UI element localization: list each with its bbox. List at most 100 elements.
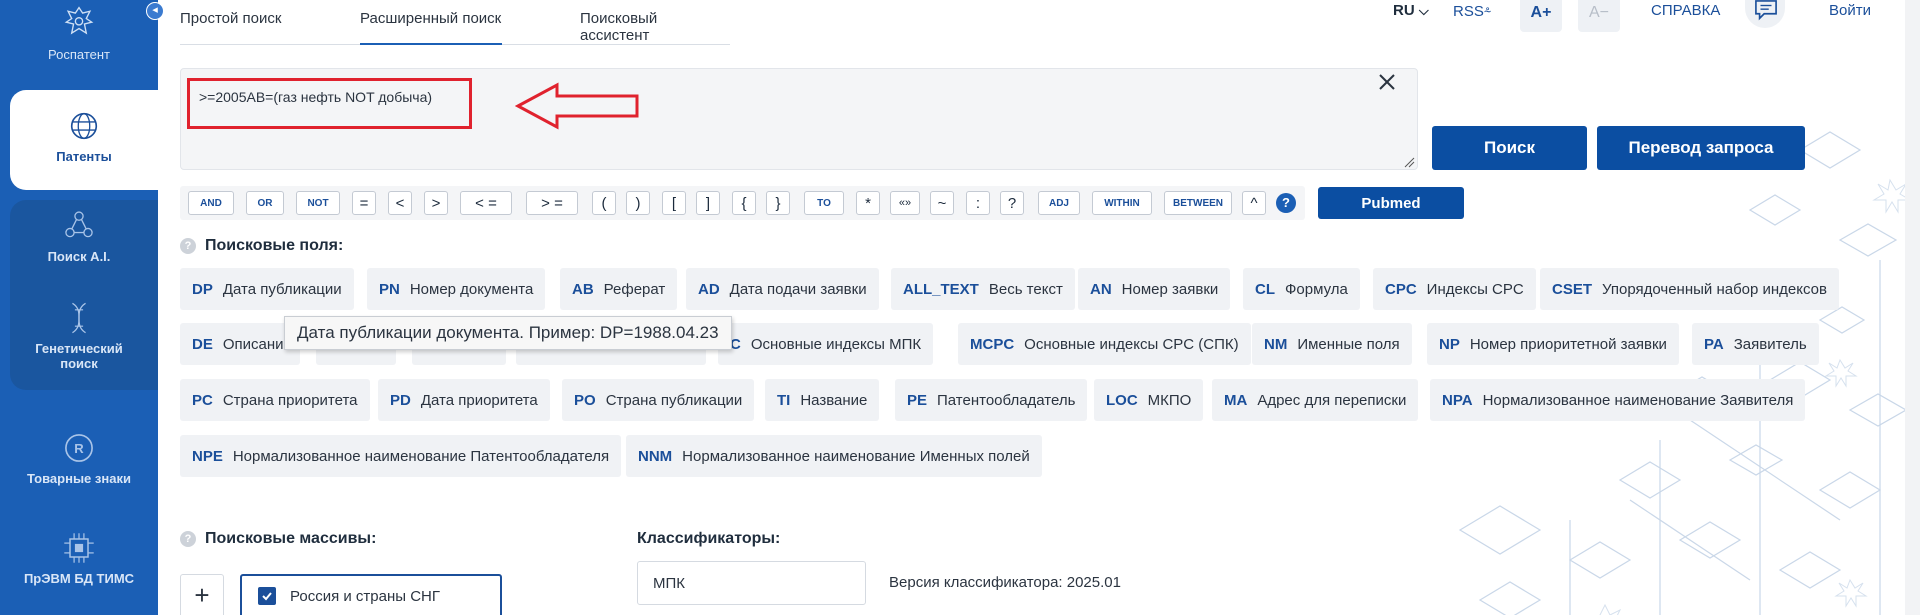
field-chip-npe[interactable]: NPE Нормализованное наименование Патентоо… [180, 435, 622, 477]
operator-adj[interactable]: ADJ [1038, 191, 1080, 215]
field-chip-mcpc[interactable]: MCPC Основные индексы CPC (СПК) [958, 323, 1251, 365]
help-link[interactable]: СПРАВКА [1651, 2, 1720, 19]
add-array-button[interactable]: + [180, 574, 224, 615]
field-name: Нормализованное наименование Патентообла… [232, 447, 610, 465]
checkbox-checked-icon[interactable] [258, 587, 276, 605]
scrollbar[interactable] [1905, 0, 1920, 615]
operator-greater[interactable]: > [424, 191, 448, 215]
pubmed-button[interactable]: Pubmed [1318, 187, 1464, 219]
operator-less[interactable]: < [388, 191, 412, 215]
sidebar-item-label: Патенты [56, 149, 112, 164]
operator-question[interactable]: ? [1000, 191, 1024, 215]
brand-label: Роспатент [48, 47, 110, 62]
operator-bracket-close[interactable]: ] [696, 191, 720, 215]
array-item-russia-cis[interactable]: Россия и страны СНГ [240, 574, 502, 615]
field-chip-np[interactable]: NP Номер приоритетной заявки [1427, 323, 1679, 365]
field-chip-nnm[interactable]: NNM Нормализованное наименование Именных … [626, 435, 1042, 477]
field-chip-ma[interactable]: MA Адрес для переписки [1212, 379, 1419, 421]
clear-query-icon[interactable] [1375, 70, 1399, 94]
operator-wildcard[interactable]: * [856, 191, 880, 215]
operator-paren-close[interactable]: ) [626, 191, 650, 215]
sidebar-item-software-db[interactable]: ПрЭВМ БД ТИМС [0, 530, 158, 587]
field-chip-pe[interactable]: PE Патентообладатель [895, 379, 1088, 421]
field-chip-pd[interactable]: PD Дата приоритета [378, 379, 550, 421]
sidebar-brand[interactable]: Роспатент [0, 4, 158, 63]
operator-brace-close[interactable]: } [766, 191, 790, 215]
login-link[interactable]: Войти [1829, 2, 1871, 19]
operator-and[interactable]: AND [188, 191, 234, 215]
operator-colon[interactable]: : [966, 191, 990, 215]
search-tabs: Простой поиск Расширенный поиск Поисковы… [180, 0, 730, 45]
operator-quotes[interactable]: «» [890, 191, 920, 215]
resize-handle-icon[interactable] [1403, 156, 1415, 168]
search-button[interactable]: Поиск [1432, 126, 1587, 170]
field-chip-ad[interactable]: AD Дата подачи заявки [686, 268, 879, 310]
sidebar-item-patents[interactable]: Патенты [10, 90, 158, 190]
operator-within[interactable]: WITHIN [1092, 191, 1152, 215]
font-smaller-button[interactable]: A− [1578, 0, 1620, 32]
operator-toolbar: AND OR NOT = < > < = > = ( ) [ ] { } TO … [180, 186, 1305, 220]
translate-query-button[interactable]: Перевод запроса [1597, 126, 1805, 170]
operator-to[interactable]: TO [804, 191, 844, 215]
classifier-version: Версия классификатора: 2025.01 [889, 574, 1121, 591]
tab-advanced-search[interactable]: Расширенный поиск [360, 10, 501, 27]
search-fields-heading: ? Поисковые поля: [180, 237, 343, 255]
operator-caret[interactable]: ^ [1242, 191, 1266, 215]
chat-icon [1755, 0, 1777, 21]
field-code: MCPC [970, 335, 1015, 353]
field-code: NM [1264, 335, 1288, 353]
field-chip-de[interactable]: DE Описание [180, 323, 300, 365]
chat-button[interactable] [1745, 0, 1785, 28]
sidebar-item-trademarks[interactable]: R Товарные знаки [0, 430, 158, 487]
field-chip-ti[interactable]: TI Название [765, 379, 880, 421]
field-code: CPC [1385, 280, 1417, 298]
field-name: Патентообладатель [937, 391, 1076, 409]
tab-search-assistant[interactable]: Поисковый ассистент [580, 10, 730, 44]
tab-simple-search[interactable]: Простой поиск [180, 10, 281, 27]
operator-tilde[interactable]: ~ [930, 191, 954, 215]
field-chip-pa[interactable]: PA Заявитель [1692, 323, 1819, 365]
sidebar-item-label: Поиск A.I. [47, 249, 111, 264]
field-name: Основные индексы МПК [750, 335, 922, 353]
field-chip-all-text[interactable]: ALL_TEXT Весь текст [891, 268, 1075, 310]
font-larger-button[interactable]: A+ [1520, 0, 1562, 32]
field-name: Описание [222, 335, 292, 353]
sidebar-item-label: Товарные знаки [27, 471, 131, 486]
field-chip-cl[interactable]: CL Формула [1243, 268, 1360, 310]
field-chip-an[interactable]: AN Номер заявки [1078, 268, 1231, 310]
operator-less-equal[interactable]: < = [460, 191, 512, 215]
field-chip-c[interactable]: C Основные индексы МПК [718, 323, 934, 365]
operators-help-icon[interactable]: ? [1276, 193, 1296, 213]
operator-between[interactable]: BETWEEN [1164, 191, 1232, 215]
help-circle-icon[interactable]: ? [180, 531, 196, 547]
operator-greater-equal[interactable]: > = [526, 191, 578, 215]
field-name: Номер заявки [1121, 280, 1219, 298]
operator-brace-open[interactable]: { [732, 191, 756, 215]
field-chip-cset[interactable]: CSET Упорядоченный набор индексов [1540, 268, 1839, 310]
field-chip-loc[interactable]: LOC МКПО [1094, 379, 1204, 421]
field-chip-pc[interactable]: PC Страна приоритета [180, 379, 370, 421]
svg-text:R: R [74, 441, 84, 456]
field-chip-cpc[interactable]: CPC Индексы CPC [1373, 268, 1536, 310]
language-selector[interactable]: RU ⌵ [1393, 2, 1429, 19]
operator-paren-open[interactable]: ( [592, 191, 616, 215]
operator-equals[interactable]: = [352, 191, 376, 215]
classifier-select[interactable]: МПК [637, 561, 866, 605]
rss-link[interactable]: RSS⸛ [1453, 2, 1491, 20]
field-chip-po[interactable]: PO Страна публикации [562, 379, 755, 421]
sidebar-item-genetic-search[interactable]: Генетический поиск [0, 300, 158, 372]
sidebar-item-ai-search[interactable]: Поиск A.I. [0, 208, 158, 265]
operator-not[interactable]: NOT [296, 191, 340, 215]
field-code: C [730, 335, 741, 353]
help-circle-icon[interactable]: ? [180, 238, 196, 254]
field-name: Основные индексы CPC (СПК) [1024, 335, 1239, 353]
field-chip-nm[interactable]: NM Именные поля [1252, 323, 1412, 365]
field-chip-npa[interactable]: NPA Нормализованное наименование Заявител… [1430, 379, 1806, 421]
operator-bracket-open[interactable]: [ [662, 191, 686, 215]
field-chip-dp[interactable]: DP Дата публикации [180, 268, 354, 310]
field-chip-pn[interactable]: PN Номер документа [367, 268, 546, 310]
field-code: NNM [638, 447, 673, 465]
field-chip-ab[interactable]: AB Реферат [560, 268, 678, 310]
field-name: Дата приоритета [420, 391, 538, 409]
operator-or[interactable]: OR [246, 191, 284, 215]
